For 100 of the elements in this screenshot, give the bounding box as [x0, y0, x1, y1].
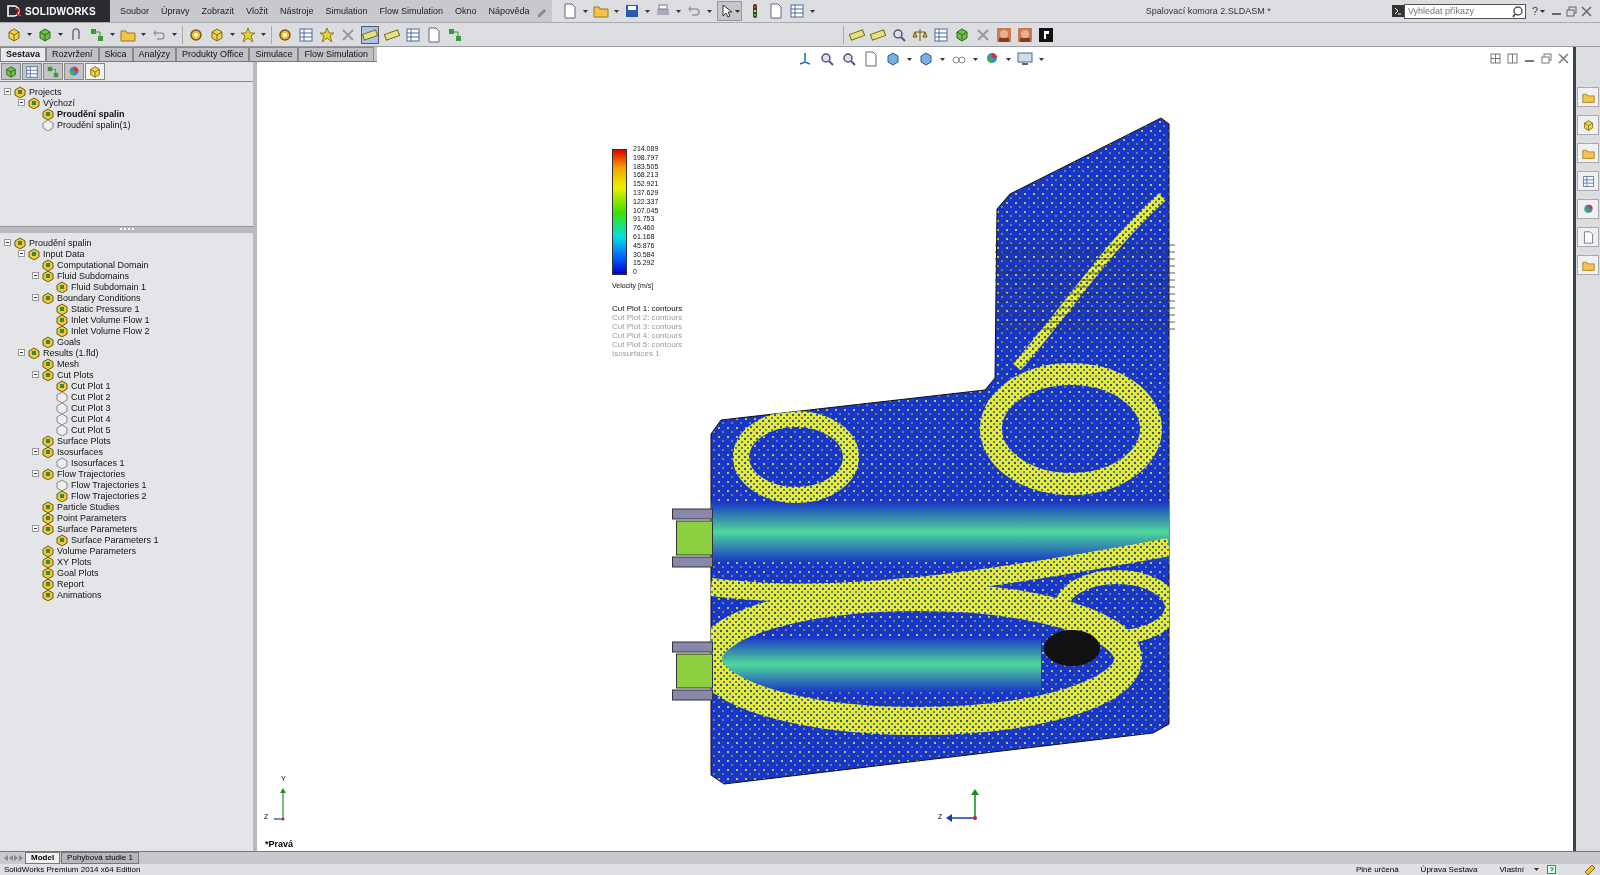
split-view-icon[interactable]	[1507, 53, 1518, 64]
tree-item[interactable]: Cut Plot 5	[71, 424, 111, 435]
tree-item[interactable]: Cut Plot 3	[71, 402, 111, 413]
restore-icon[interactable]	[1541, 53, 1552, 64]
tree-item[interactable]: Static Pressure 1	[71, 303, 140, 314]
dropdown-arrow-icon[interactable]	[1006, 57, 1011, 61]
dropdown-arrow-icon[interactable]	[141, 33, 146, 36]
tree-item[interactable]: Particle Studies	[57, 501, 120, 512]
zoom-icon[interactable]	[819, 51, 835, 67]
dropdown-arrow-icon[interactable]	[1039, 57, 1044, 61]
ruler-icon[interactable]	[362, 26, 378, 43]
scale-icon[interactable]	[912, 26, 928, 43]
tree-item[interactable]: Computational Domain	[57, 259, 149, 270]
search-icon[interactable]	[1511, 5, 1524, 18]
tree-item[interactable]: Point Parameters	[57, 512, 127, 523]
close-icon[interactable]	[1558, 53, 1569, 64]
tree-item[interactable]: Report	[57, 578, 84, 589]
dropdown-arrow-icon[interactable]	[706, 9, 712, 13]
menu-item[interactable]: Nápověda	[482, 6, 536, 16]
tree-item[interactable]: Inlet Volume Flow 1	[71, 314, 150, 325]
collapse-toggle[interactable]	[18, 349, 25, 356]
menu-item[interactable]: Simulation	[319, 6, 374, 16]
dropdown-arrow-icon[interactable]	[907, 57, 912, 61]
menu-item[interactable]: Úpravy	[154, 6, 196, 16]
tree-item[interactable]: Surface Plots	[57, 435, 111, 446]
dropdown-arrow-icon[interactable]	[940, 57, 945, 61]
tree-item[interactable]: Animations	[57, 589, 102, 600]
collapse-toggle[interactable]	[32, 470, 39, 477]
tree-item[interactable]: Cut Plot 4	[71, 413, 111, 424]
dropdown-arrow-icon[interactable]	[644, 9, 650, 13]
cube-icon[interactable]	[6, 26, 22, 43]
ribbon-tab[interactable]: Flow Simulation	[298, 47, 374, 61]
save-icon[interactable]	[623, 3, 640, 19]
tree-item[interactable]: Isosurfaces 1	[71, 457, 125, 468]
menu-item[interactable]: Zobrazit	[195, 6, 240, 16]
ribbon-tab[interactable]: Skica	[98, 47, 133, 61]
dropdown-arrow-icon[interactable]	[809, 9, 815, 13]
collapse-toggle[interactable]	[32, 448, 39, 455]
tree-item[interactable]: Cut Plot 1	[71, 380, 111, 391]
star-icon[interactable]	[240, 26, 256, 43]
zoom-area-icon[interactable]	[841, 51, 857, 67]
restore-icon[interactable]	[1566, 5, 1577, 17]
dropdown-arrow-icon[interactable]	[230, 33, 235, 36]
portrait-icon[interactable]	[1017, 26, 1033, 43]
dropdown-arrow-icon[interactable]	[110, 33, 115, 36]
gear-icon[interactable]	[188, 26, 204, 43]
plot-legend-item[interactable]: Cut Plot 1: contours	[612, 304, 683, 313]
menu-item[interactable]: Soubor	[113, 6, 155, 16]
menu-item[interactable]: Nástroje	[273, 6, 320, 16]
collapse-toggle[interactable]	[32, 272, 39, 279]
collapse-toggle[interactable]	[32, 371, 39, 378]
dropdown-arrow-icon[interactable]	[613, 9, 619, 13]
tree-item[interactable]: Flow Trajectories 1	[71, 479, 147, 490]
tree-item[interactable]: Proudění spalin	[29, 237, 92, 248]
tree-item[interactable]: XY Plots	[57, 556, 92, 567]
dropdown-arrow-icon[interactable]	[582, 9, 588, 13]
tree-item[interactable]: Inlet Volume Flow 2	[71, 325, 150, 336]
ribbon-tab[interactable]: Simulace	[249, 47, 299, 61]
table-icon[interactable]	[298, 26, 314, 43]
tree-item[interactable]: Proudění spalin	[57, 108, 125, 119]
dropdown-arrow-icon[interactable]	[58, 33, 63, 36]
menu-item[interactable]: Vložit	[239, 6, 274, 16]
tree-item[interactable]: Surface Parameters 1	[71, 534, 159, 545]
document-tab[interactable]: Pohybová studie 1	[61, 852, 139, 864]
tree-item[interactable]: Input Data	[43, 248, 85, 259]
help-button[interactable]: ?	[1531, 5, 1538, 17]
document-icon[interactable]	[426, 26, 442, 43]
tree-item[interactable]: Flow Trajectories 2	[71, 490, 147, 501]
tree-item[interactable]: Flow Trajectories	[57, 468, 126, 479]
ribbon-tab[interactable]: Analýzy	[132, 47, 177, 61]
tree-item[interactable]: Výchozí	[43, 97, 75, 108]
tree-item[interactable]: Projects	[29, 86, 62, 97]
dropdown-arrow-icon[interactable]	[675, 9, 681, 13]
ribbon-tab[interactable]: Sestava	[0, 47, 47, 61]
tree-item[interactable]: Surface Parameters	[57, 523, 138, 534]
tree-item[interactable]: Isosurfaces	[57, 446, 104, 457]
collapse-toggle[interactable]	[32, 525, 39, 532]
dropdown-arrow-icon[interactable]	[973, 57, 978, 61]
menu-item[interactable]: Okno	[449, 6, 483, 16]
ribbon-tab[interactable]: Rozvržení	[46, 47, 99, 61]
cube-icon[interactable]	[37, 26, 53, 43]
tree-item[interactable]: Mesh	[57, 358, 79, 369]
dropdown-arrow-icon[interactable]	[1534, 868, 1539, 871]
portrait-icon[interactable]	[996, 26, 1012, 43]
close-icon[interactable]	[1581, 5, 1592, 17]
dropdown-arrow-icon[interactable]	[1540, 9, 1545, 13]
tree-item[interactable]: Goal Plots	[57, 567, 99, 578]
tree-item[interactable]: Proudění spalin(1)	[57, 119, 131, 130]
ruler-icon[interactable]	[384, 26, 400, 43]
gear-icon[interactable]	[277, 26, 293, 43]
help-icon[interactable]	[1547, 865, 1556, 874]
dropdown-arrow-icon[interactable]	[261, 33, 266, 36]
cube-icon[interactable]	[954, 26, 970, 43]
ruler-icon[interactable]	[849, 26, 865, 43]
document-tab[interactable]: Model	[25, 852, 61, 864]
tree-item[interactable]: Volume Parameters	[57, 545, 137, 556]
tree-item[interactable]: Fluid Subdomain 1	[71, 281, 147, 292]
tree-item[interactable]: Results (1.fld)	[43, 347, 99, 358]
dropdown-arrow-icon[interactable]	[734, 9, 740, 13]
tree-item[interactable]: Cut Plots	[57, 369, 94, 380]
